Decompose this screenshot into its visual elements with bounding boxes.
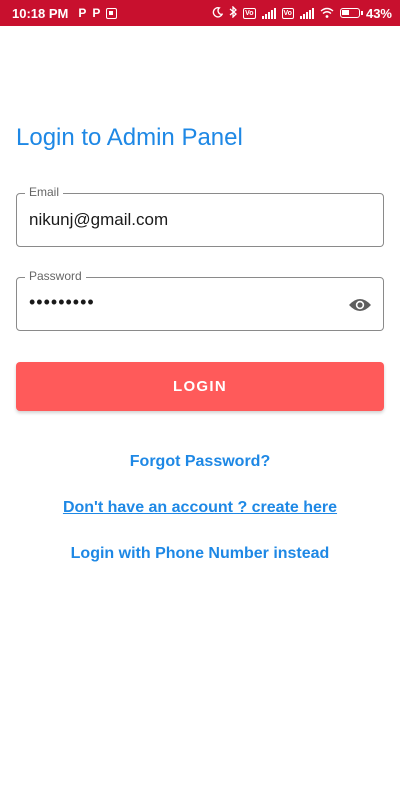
battery-icon bbox=[339, 8, 363, 18]
page-title: Login to Admin Panel bbox=[16, 124, 243, 151]
status-bar: 10:18 PM P P Vo Vo 43% bbox=[0, 0, 400, 26]
email-value[interactable]: nikunj@gmail.com bbox=[29, 210, 168, 230]
status-bar-left: 10:18 PM P P bbox=[12, 5, 118, 21]
notification-box-icon bbox=[106, 7, 118, 19]
email-field[interactable]: Email nikunj@gmail.com bbox=[16, 185, 384, 247]
bluetooth-icon bbox=[229, 4, 238, 21]
email-label: Email bbox=[25, 185, 64, 199]
status-time: 10:18 PM bbox=[12, 5, 69, 21]
create-account-link[interactable]: Don't have an account ? create here bbox=[0, 499, 400, 517]
p-icon: P bbox=[92, 6, 101, 20]
password-value[interactable]: ••••••••• bbox=[29, 292, 95, 313]
password-label: Password bbox=[25, 269, 86, 283]
battery-percent: 43% bbox=[365, 5, 392, 21]
eye-icon[interactable] bbox=[347, 292, 373, 318]
volte-icon: Vo bbox=[281, 7, 294, 19]
login-screen: 10:18 PM P P Vo Vo 43% Login to Admin Pa… bbox=[0, 0, 400, 800]
moon-icon bbox=[212, 6, 224, 21]
signal-icon bbox=[261, 7, 276, 19]
signal-icon bbox=[299, 7, 314, 19]
volte-icon: Vo bbox=[243, 7, 256, 19]
password-field[interactable]: Password ••••••••• bbox=[16, 269, 384, 331]
login-button[interactable]: LOGIN bbox=[16, 362, 384, 411]
wifi-icon bbox=[320, 6, 334, 21]
p-icon: P bbox=[78, 6, 87, 20]
forgot-password-link[interactable]: Forgot Password? bbox=[0, 453, 400, 471]
status-bar-right: Vo Vo 43% bbox=[212, 4, 392, 21]
phone-login-link[interactable]: Login with Phone Number instead bbox=[0, 545, 400, 563]
